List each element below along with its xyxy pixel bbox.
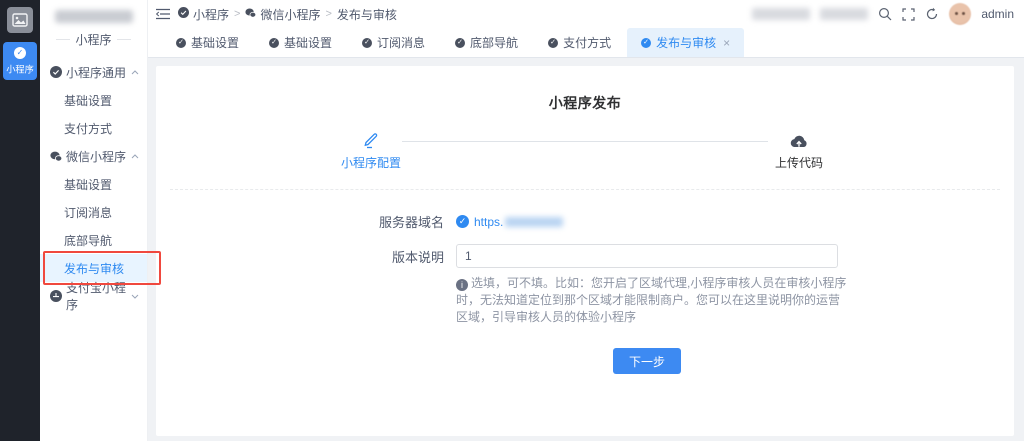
- sidebar-item-label: 发布与审核: [64, 261, 125, 276]
- breadcrumb-item-wechat-miniprogram[interactable]: 微信小程序: [245, 6, 320, 23]
- miniprogram-icon: ✓: [14, 47, 26, 59]
- sidebar-item-bottom-nav[interactable]: 底部导航: [40, 226, 147, 254]
- version-hint: i 选填，可不填。比如：您开启了区域代理,小程序审核人员在审核小程序时，无法知道定…: [456, 276, 847, 324]
- wechat-icon: [50, 151, 62, 162]
- publish-card: 小程序发布 小程序配置 上传代码 服务器域名 ✓ https. 版本说明 1 i…: [156, 66, 1014, 436]
- cloud-upload-icon: [789, 129, 809, 149]
- divider: [116, 39, 131, 40]
- server-domain-label: 服务器域名: [378, 215, 444, 230]
- info-circle-icon: i: [456, 279, 468, 291]
- divider: [56, 39, 71, 40]
- sidebar-item-label: 微信小程序: [66, 149, 127, 164]
- tab-subscribe-message[interactable]: ✓ 订阅消息: [348, 28, 439, 57]
- sidebar-item-payment-method[interactable]: 支付方式: [40, 114, 147, 142]
- header-actions: admin: [752, 3, 1014, 25]
- wechat-icon: [245, 7, 257, 21]
- publish-form: 服务器域名 ✓ https. 版本说明 i选填，: [156, 212, 1014, 374]
- username: admin: [981, 7, 1014, 21]
- check-circle-blue-icon: ✓: [456, 215, 469, 228]
- step-miniprogram-config: 小程序配置: [340, 129, 402, 171]
- tab-basic-settings-2[interactable]: ✓ 基础设置: [255, 28, 346, 57]
- redacted-domain: [505, 216, 564, 227]
- chevron-up-icon: [131, 153, 139, 159]
- tab-icon: ✓: [641, 37, 652, 48]
- sidebar-item-wechat-basic-settings[interactable]: 基础设置: [40, 170, 147, 198]
- tab-icon: ✓: [176, 37, 186, 48]
- chevron-down-icon: [131, 294, 139, 299]
- tab-bottom-nav[interactable]: ✓ 底部导航: [441, 28, 532, 57]
- server-domain-value: ✓ https.: [456, 215, 838, 229]
- breadcrumb-separator: >: [234, 8, 241, 20]
- store-logo-redacted: [54, 10, 133, 23]
- next-step-button[interactable]: 下一步: [612, 348, 681, 374]
- sidebar-item-label: 支付方式: [64, 121, 113, 136]
- sidebar-item-label: 订阅消息: [64, 205, 113, 220]
- pencil-edit-icon: [362, 129, 380, 149]
- version-input[interactable]: [456, 244, 838, 268]
- tab-bar: ✓ 基础设置 ✓ 基础设置 ✓ 订阅消息 ✓ 底部导航 ✓ 支付方式 ✓ 发布与审核 ×: [148, 28, 1024, 58]
- sidebar-item-label: 基础设置: [64, 177, 113, 192]
- breadcrumb-item-publish-review: 发布与审核: [336, 7, 397, 22]
- server-domain-link[interactable]: https.: [474, 215, 503, 229]
- check-circle-icon: [178, 7, 189, 21]
- tab-basic-settings[interactable]: ✓ 基础设置: [162, 28, 253, 57]
- tab-close-icon[interactable]: ×: [723, 36, 730, 50]
- tab-icon: ✓: [362, 37, 373, 48]
- image-placeholder-icon: [12, 13, 28, 27]
- sidebar-item-label: 底部导航: [64, 233, 113, 248]
- tab-icon: ✓: [455, 37, 466, 48]
- sidebar-item-label: 小程序通用: [66, 65, 127, 80]
- form-row-version: 版本说明: [156, 244, 1014, 268]
- sidebar-item-publish-review[interactable]: 发布与审核: [40, 251, 161, 285]
- search-icon[interactable]: [878, 7, 892, 21]
- redacted-text: [820, 8, 869, 20]
- step-label: 小程序配置: [340, 156, 401, 170]
- sidebar-item-miniprogram-common[interactable]: 小程序通用: [40, 58, 147, 86]
- steps: 小程序配置 上传代码: [340, 129, 830, 171]
- redacted-text: [752, 8, 811, 20]
- form-row-actions: 下一步: [156, 348, 1014, 374]
- page-title: 小程序发布: [548, 95, 622, 111]
- step-upload-code: 上传代码: [768, 129, 830, 171]
- breadcrumb-item-miniprogram[interactable]: 小程序: [178, 6, 229, 23]
- dashed-divider: [170, 189, 1000, 190]
- rail-item-label: 小程序: [6, 65, 34, 76]
- sidebar-menu: 小程序通用 基础设置 支付方式 微信小程序 基础设置 订阅消息 底部导航 发布与…: [40, 58, 161, 312]
- refresh-icon[interactable]: [925, 7, 939, 21]
- sidebar-section-label: 小程序: [75, 33, 112, 47]
- step-connector: [402, 141, 768, 142]
- form-row-server-domain: 服务器域名 ✓ https.: [156, 212, 1014, 231]
- step-label: 上传代码: [774, 156, 823, 170]
- chevron-up-icon: [131, 69, 139, 75]
- sidebar-item-wechat-miniprogram[interactable]: 微信小程序: [40, 142, 147, 170]
- tab-publish-review[interactable]: ✓ 发布与审核 ×: [627, 28, 745, 57]
- page-content: 小程序发布 小程序配置 上传代码 服务器域名 ✓ https. 版本说明 1 i…: [148, 58, 1024, 441]
- version-label: 版本说明: [391, 249, 444, 265]
- top-header: 小程序 > 微信小程序 > 发布与审核 admin: [148, 0, 1024, 28]
- breadcrumb-separator: >: [325, 8, 332, 20]
- sidebar-item-label: 支付宝小程序: [66, 281, 127, 312]
- main-area: 小程序 > 微信小程序 > 发布与审核 admin ✓ 基础设置 ✓ 基础设置 …: [148, 0, 1024, 441]
- sidebar-section-title: 小程序: [40, 31, 147, 48]
- alipay-icon: [50, 290, 62, 302]
- sidebar: 小程序 小程序通用 基础设置 支付方式 微信小程序 基础设置 订阅消息 底部导航…: [40, 0, 161, 441]
- app-logo[interactable]: [7, 7, 33, 33]
- form-row-hint: i 选填，可不填。比如：您开启了区域代理,小程序审核人员在审核小程序时，无法知道定…: [156, 275, 1014, 326]
- user-avatar[interactable]: [949, 3, 972, 25]
- app-rail: ✓ 小程序: [0, 0, 40, 441]
- sidebar-item-alipay-miniprogram[interactable]: 支付宝小程序: [40, 281, 147, 312]
- tab-icon: ✓: [269, 37, 280, 48]
- fullscreen-icon[interactable]: [902, 7, 915, 21]
- tab-icon: ✓: [548, 37, 559, 48]
- sidebar-item-subscribe-message[interactable]: 订阅消息: [40, 198, 147, 226]
- check-circle-icon: [50, 66, 62, 78]
- menu-fold-icon[interactable]: [154, 6, 172, 22]
- sidebar-item-basic-settings[interactable]: 基础设置: [40, 86, 147, 114]
- breadcrumb: 小程序 > 微信小程序 > 发布与审核: [178, 6, 397, 23]
- rail-item-miniprogram[interactable]: ✓ 小程序: [3, 42, 37, 80]
- sidebar-item-label: 基础设置: [64, 93, 113, 108]
- tab-payment-method[interactable]: ✓ 支付方式: [534, 28, 625, 57]
